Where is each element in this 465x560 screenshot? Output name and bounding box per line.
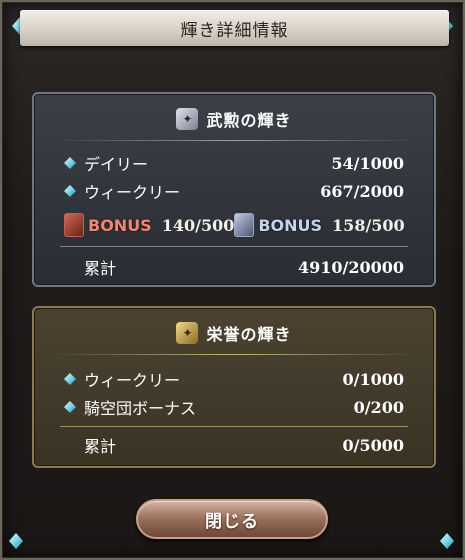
daily-value: 54/1000	[331, 153, 404, 173]
daily-label: デイリー	[84, 155, 149, 174]
corner-gem-icon	[439, 532, 457, 552]
eiyo-total-value: 0/5000	[342, 435, 404, 455]
diamond-bullet-icon	[64, 373, 76, 385]
bushin-total-value: 4910/20000	[297, 257, 404, 277]
eiyo-panel-header: ✦ 栄誉の輝き	[34, 318, 434, 348]
header-divider	[50, 140, 418, 141]
weekly-label: ウィークリー	[84, 183, 181, 202]
eiyo-weekly-row: ウィークリー 0/1000	[64, 368, 404, 390]
bonus-red-group: BONUS 140/500	[64, 213, 234, 237]
eiyo-panel-title: 栄誉の輝き	[206, 325, 292, 344]
crew-bonus-row: 騎空団ボーナス 0/200	[64, 396, 404, 418]
bonus-blue-badge: BONUS	[234, 213, 322, 237]
gold-hexagon-icon: ✦	[176, 322, 199, 344]
diamond-bullet-icon	[64, 157, 76, 169]
weekly-row: ウィークリー 667/2000	[64, 180, 404, 202]
weekly-value: 667/2000	[320, 181, 404, 201]
close-button[interactable]: 閉じる	[136, 499, 328, 539]
crew-bonus-label: 騎空団ボーナス	[84, 399, 197, 418]
bonus-red-badge: BONUS	[64, 213, 152, 237]
diamond-bullet-icon	[64, 185, 76, 197]
bushin-panel-title: 武勲の輝き	[206, 111, 292, 130]
bonus-blue-value: 158/500	[332, 215, 405, 235]
bonus-row: BONUS 140/500 BONUS 158/500	[64, 212, 405, 238]
bonus-red-label: BONUS	[88, 215, 152, 235]
eiyo-total-row: 累計 0/5000	[64, 434, 404, 457]
hexagon-star-icon: ✦	[176, 108, 199, 130]
bonus-blue-label: BONUS	[258, 215, 323, 235]
eiyo-weekly-label: ウィークリー	[84, 371, 181, 390]
total-divider	[60, 426, 408, 427]
brilliance-detail-dialog: 輝き詳細情報 ✦ 武勲の輝き デイリー 54/1000 ウィークリー 667/2…	[0, 0, 465, 560]
eiyo-total-label: 累計	[84, 437, 117, 456]
bonus-blue-group: BONUS 158/500	[234, 213, 405, 237]
bushin-brilliance-panel: ✦ 武勲の輝き デイリー 54/1000 ウィークリー 667/2000 BON…	[32, 92, 436, 287]
bushin-total-row: 累計 4910/20000	[64, 256, 404, 279]
bushin-panel-header: ✦ 武勲の輝き	[34, 104, 434, 134]
eiyo-brilliance-panel: ✦ 栄誉の輝き ウィークリー 0/1000 騎空団ボーナス 0/200 累計 0…	[32, 306, 436, 468]
blue-helmet-icon	[234, 213, 255, 237]
dialog-title: 輝き詳細情報	[180, 20, 289, 41]
total-divider	[60, 246, 408, 247]
crew-bonus-value: 0/200	[353, 397, 404, 417]
corner-gem-icon	[8, 532, 26, 552]
bonus-red-value: 140/500	[161, 215, 235, 235]
header-divider	[50, 354, 418, 355]
red-shield-icon	[64, 213, 84, 237]
eiyo-weekly-value: 0/1000	[342, 369, 404, 389]
dialog-title-bar: 輝き詳細情報	[20, 10, 449, 46]
daily-row: デイリー 54/1000	[64, 152, 404, 174]
bushin-total-label: 累計	[84, 259, 117, 278]
diamond-bullet-icon	[64, 401, 76, 413]
